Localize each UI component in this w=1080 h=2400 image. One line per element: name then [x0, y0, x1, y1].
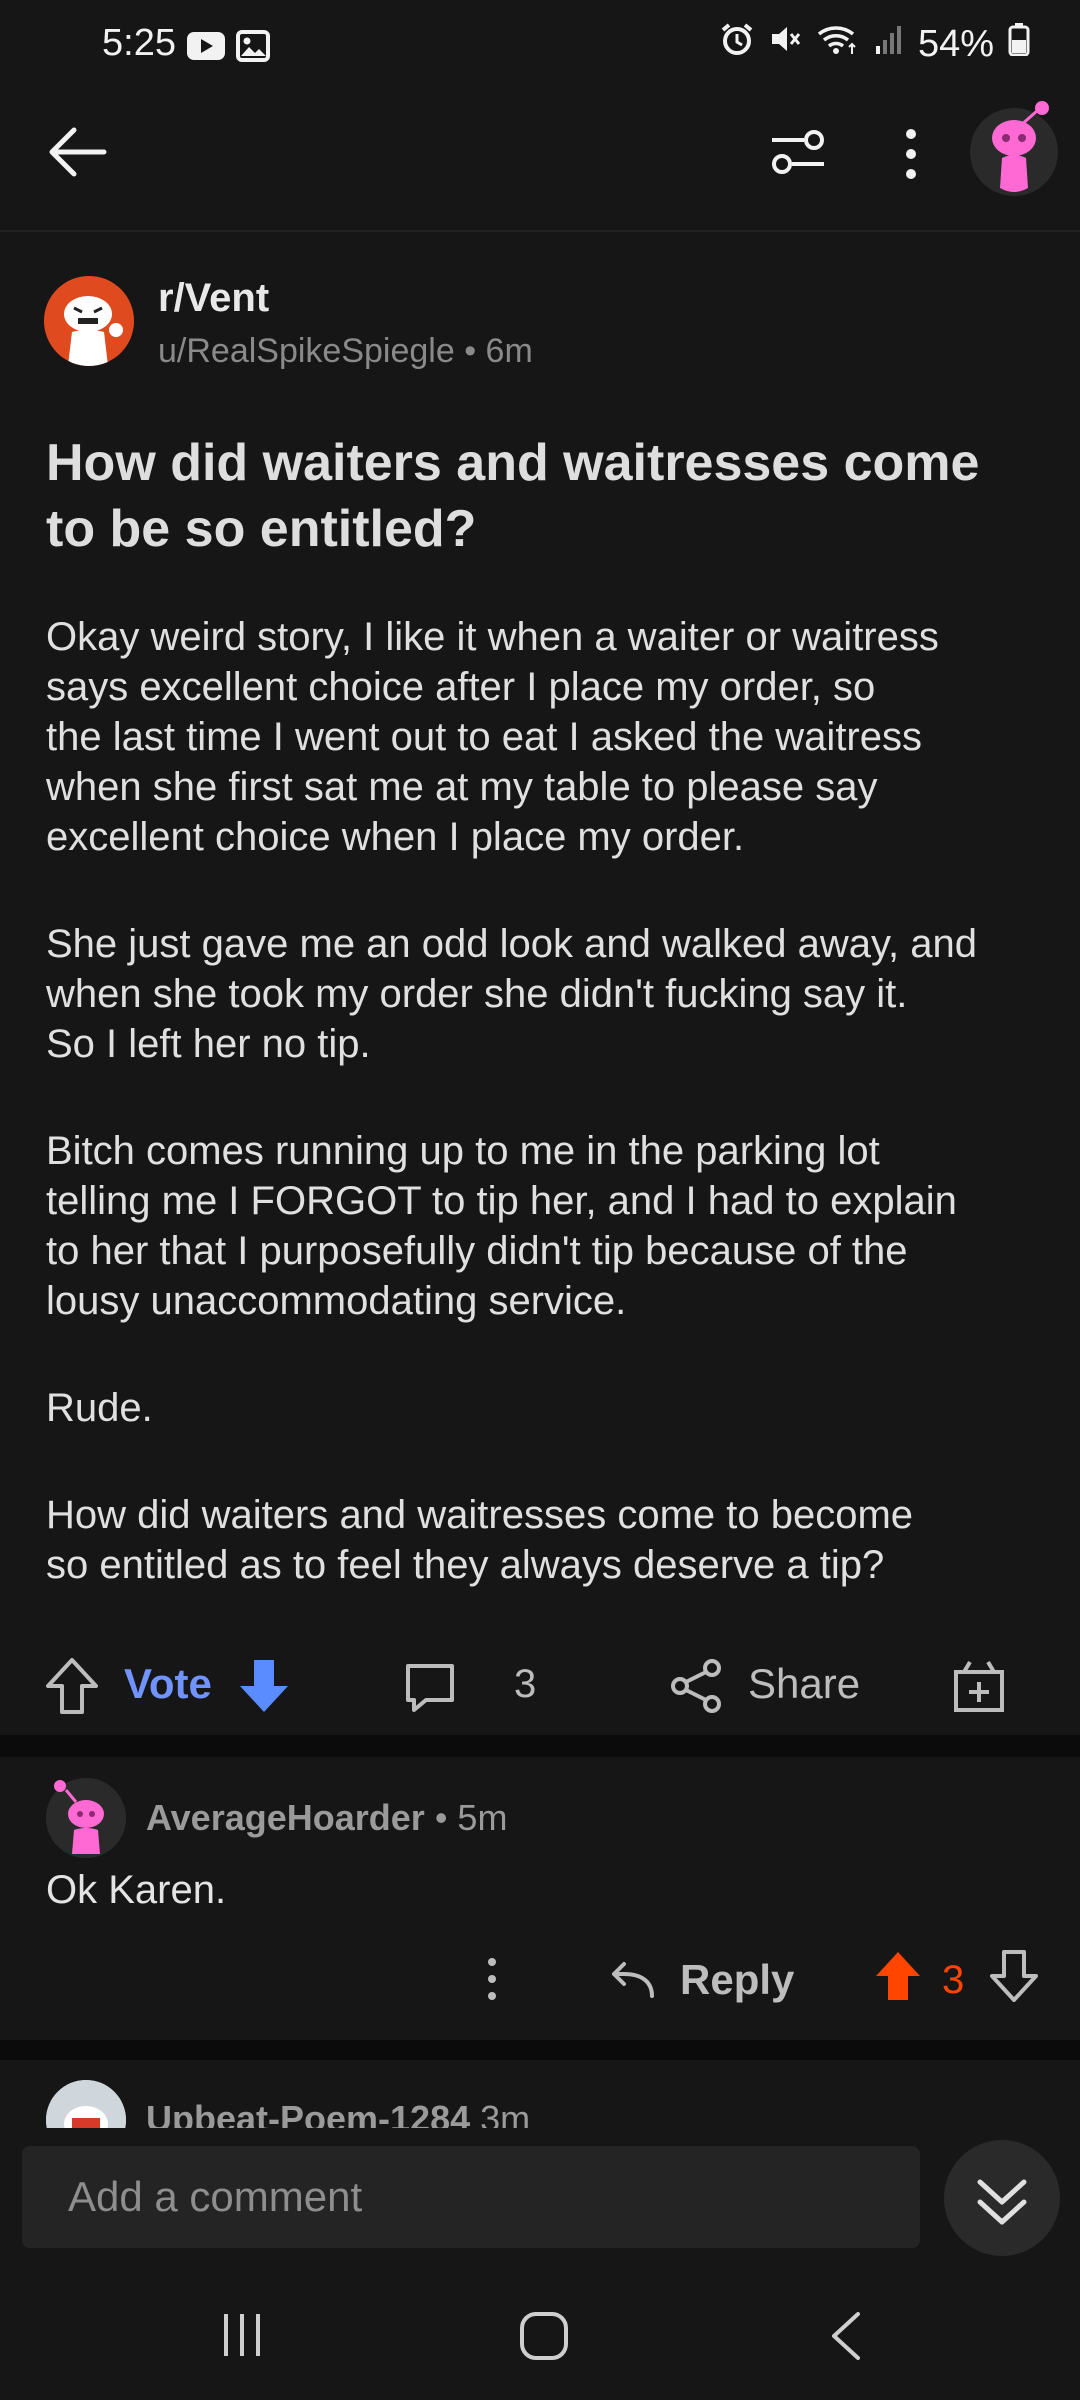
add-comment-input[interactable]: Add a comment — [22, 2146, 920, 2248]
top-app-bar — [0, 90, 1080, 230]
share-label[interactable]: Share — [748, 1660, 860, 1708]
award-icon[interactable] — [950, 1654, 1008, 1719]
reply-icon[interactable] — [608, 1958, 658, 2007]
system-nav-bar — [0, 2268, 1080, 2400]
user-avatar[interactable] — [968, 96, 1060, 208]
comment-body: Ok Karen. — [46, 1868, 227, 1912]
comment-time: 5m — [457, 1797, 508, 1838]
subreddit-avatar[interactable] — [44, 276, 134, 366]
comment-count[interactable]: 3 — [514, 1662, 536, 1707]
upvote-icon[interactable] — [44, 1656, 100, 1721]
comment-separator — [0, 2040, 1080, 2060]
status-time: 5:25 — [102, 22, 176, 64]
post-paragraph: Rude. — [46, 1386, 153, 1430]
post-paragraph: Okay weird story, I like it when a waite… — [46, 615, 939, 859]
comment-score: 3 — [942, 1958, 965, 2002]
section-separator — [0, 1735, 1080, 1757]
youtube-icon — [186, 30, 226, 67]
wifi-icon — [816, 22, 860, 66]
downvote-icon[interactable] — [236, 1656, 292, 1721]
more-vertical-icon[interactable] — [896, 124, 926, 189]
post-title: How did waiters and waitresses come to b… — [46, 434, 980, 558]
back-arrow-icon[interactable] — [44, 120, 108, 189]
collapse-threads-button[interactable] — [944, 2140, 1060, 2256]
reply-label[interactable]: Reply — [680, 1956, 794, 2004]
comment-action-bar: Reply 3 — [0, 1940, 1080, 2020]
comment-downvote-icon[interactable] — [990, 1950, 1038, 2007]
double-chevron-down-icon — [977, 2179, 1027, 2225]
battery-percent: 54% — [917, 22, 994, 65]
comment-user[interactable]: AverageHoarder — [146, 1797, 425, 1838]
mute-icon — [768, 22, 802, 66]
gallery-icon — [236, 30, 270, 67]
header-divider — [0, 230, 1080, 232]
comment-icon[interactable] — [402, 1660, 458, 1721]
alarm-icon — [720, 22, 754, 66]
post-author-meta[interactable]: u/RealSpikeSpiegle • 6m — [158, 332, 533, 371]
recent-apps-icon[interactable] — [218, 2312, 268, 2363]
post-paragraph: She just gave me an odd look and walked … — [46, 922, 977, 1066]
nav-back-icon[interactable] — [826, 2310, 866, 2367]
comment-username[interactable]: AverageHoarder • 5m — [146, 1797, 507, 1839]
post-paragraph: Bitch comes running up to me in the park… — [46, 1129, 957, 1323]
battery-icon — [1008, 22, 1030, 66]
post-body: Okay weird story, I like it when a waite… — [46, 612, 1046, 1647]
post-paragraph: How did waiters and waitresses come to b… — [46, 1493, 914, 1587]
comment-avatar[interactable] — [46, 1778, 126, 1858]
home-icon[interactable] — [518, 2310, 570, 2367]
post-action-bar: Vote 3 Share — [0, 1640, 1080, 1730]
comment-upvote-icon[interactable] — [874, 1950, 922, 2007]
share-icon[interactable] — [668, 1658, 724, 1719]
comment-more-icon[interactable] — [482, 1954, 502, 2009]
subreddit-name[interactable]: r/Vent — [158, 276, 269, 321]
signal-icon — [874, 22, 904, 66]
status-right: 54% — [720, 22, 1030, 66]
vote-label: Vote — [124, 1660, 212, 1707]
comment-dot: • — [434, 1797, 458, 1838]
filter-icon[interactable] — [768, 124, 828, 185]
